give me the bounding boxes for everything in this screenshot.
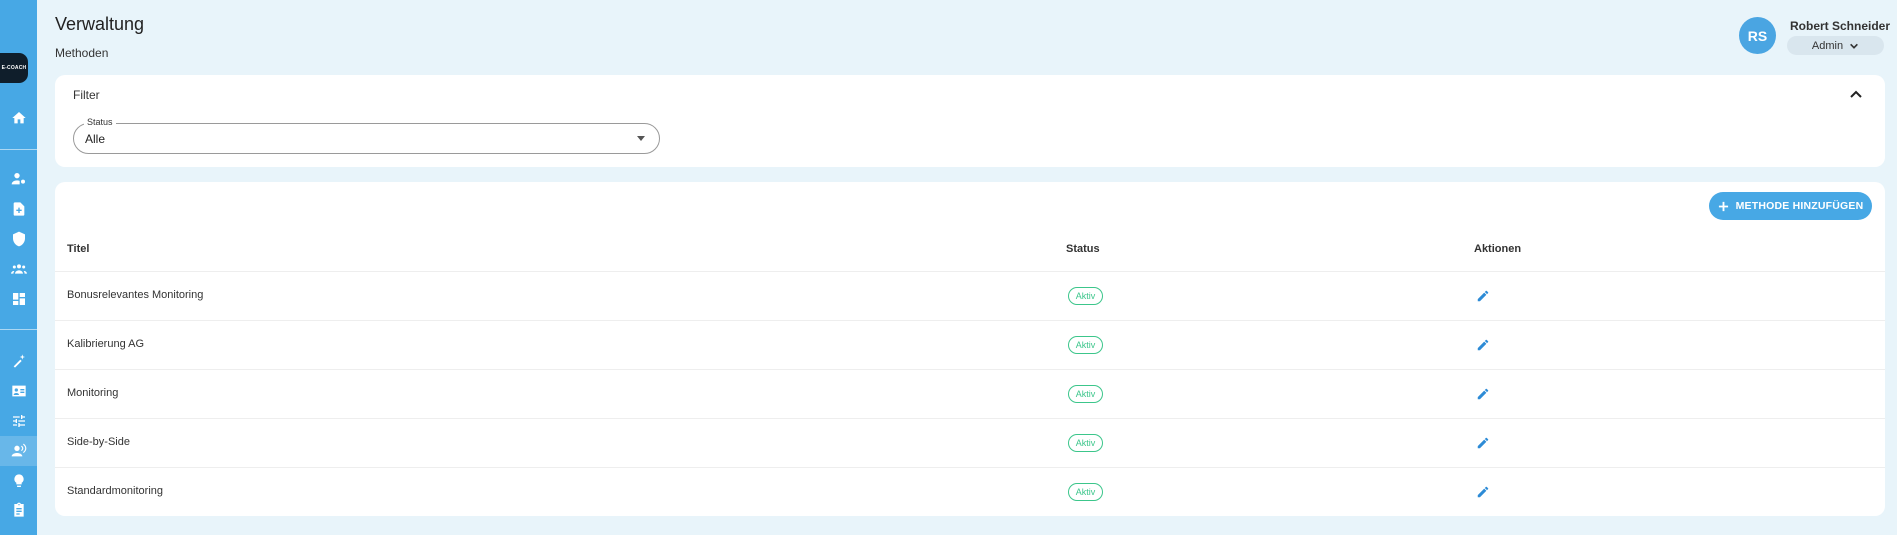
table-row[interactable]: Standardmonitoring Aktiv	[55, 467, 1885, 516]
tune-icon[interactable]	[0, 408, 37, 434]
edit-icon[interactable]	[1476, 338, 1490, 352]
caret-down-icon	[637, 136, 645, 141]
edit-icon[interactable]	[1476, 289, 1490, 303]
table-row[interactable]: Monitoring Aktiv	[55, 369, 1885, 418]
lightbulb-icon[interactable]	[0, 468, 37, 494]
chevron-up-icon[interactable]	[1849, 87, 1863, 101]
row-title: Kalibrierung AG	[67, 338, 145, 350]
sidebar-divider	[0, 149, 37, 150]
filter-title: Filter	[73, 88, 100, 102]
edit-icon[interactable]	[1476, 485, 1490, 499]
row-title: Side-by-Side	[67, 436, 130, 448]
edit-icon[interactable]	[1476, 436, 1490, 450]
row-title: Standardmonitoring	[67, 485, 164, 497]
dashboard-icon[interactable]	[0, 286, 37, 312]
shield-add-icon[interactable]	[0, 226, 37, 252]
avatar[interactable]: RS	[1739, 17, 1776, 54]
column-header-title[interactable]: Titel	[67, 243, 89, 255]
filter-panel: Filter Status Alle	[55, 75, 1885, 167]
row-title: Monitoring	[67, 387, 119, 399]
chevron-down-icon	[1849, 41, 1859, 51]
column-header-status[interactable]: Status	[1066, 243, 1100, 255]
page-subtitle: Methoden	[55, 46, 109, 60]
add-document-icon[interactable]	[0, 196, 37, 222]
status-badge: Aktiv	[1068, 287, 1103, 305]
column-header-actions: Aktionen	[1474, 243, 1522, 255]
edit-icon[interactable]	[1476, 387, 1490, 401]
page-title: Verwaltung	[55, 14, 145, 34]
user-voice-icon[interactable]	[0, 436, 37, 466]
contact-card-icon[interactable]	[0, 378, 37, 404]
status-badge: Aktiv	[1068, 483, 1103, 501]
table-row[interactable]: Side-by-Side Aktiv	[55, 418, 1885, 467]
role-selector[interactable]: Admin	[1787, 36, 1884, 55]
role-label: Admin	[1811, 39, 1844, 52]
app-logo[interactable]: E-COACH	[0, 53, 28, 83]
plus-icon	[1718, 201, 1728, 211]
sparkle-wand-icon[interactable]	[0, 348, 37, 374]
status-select-label: Status	[84, 117, 116, 127]
table-row[interactable]: Kalibrierung AG Aktiv	[55, 320, 1885, 369]
add-method-label: METHODE HINZUFÜGEN	[1735, 200, 1864, 212]
status-badge: Aktiv	[1068, 385, 1103, 403]
clipboard-icon[interactable]	[0, 497, 37, 523]
methods-table-panel: METHODE HINZUFÜGEN Titel Status Aktionen…	[55, 182, 1885, 516]
status-badge: Aktiv	[1068, 434, 1103, 452]
table-row[interactable]: Bonusrelevantes Monitoring Aktiv	[55, 271, 1885, 320]
user-settings-icon[interactable]	[0, 166, 37, 192]
group-icon[interactable]	[0, 256, 37, 282]
status-select-value: Alle	[85, 132, 106, 146]
user-name: Robert Schneider	[1790, 19, 1891, 33]
home-icon[interactable]	[0, 105, 37, 131]
add-method-button[interactable]: METHODE HINZUFÜGEN	[1709, 192, 1872, 220]
status-badge: Aktiv	[1068, 336, 1103, 354]
row-title: Bonusrelevantes Monitoring	[67, 289, 204, 301]
sidebar: E-COACH	[0, 0, 37, 535]
status-select[interactable]: Status Alle	[73, 117, 660, 154]
sidebar-divider	[0, 329, 37, 330]
